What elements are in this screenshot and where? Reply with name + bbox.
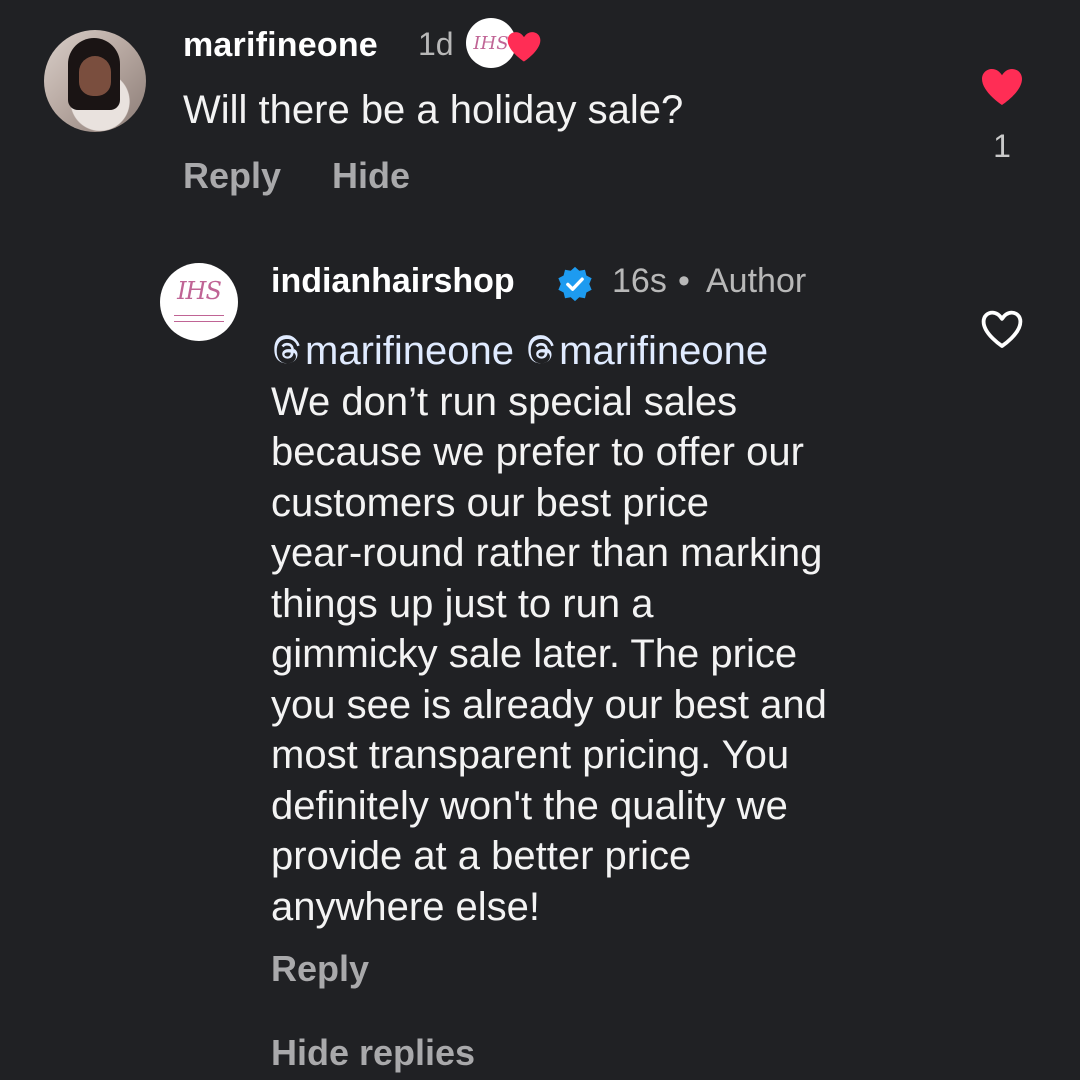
reply-timestamp: 16s <box>612 262 667 300</box>
reply-text: marifineone marifineone We don’t run spe… <box>271 326 961 932</box>
reply-text-line: provide at a better price <box>271 834 692 878</box>
threads-icon <box>274 335 300 364</box>
reply-text-line: you see is already our best and <box>271 682 827 727</box>
creator-liked-badge: IHS <box>466 18 550 72</box>
reply-text-line: anywhere else! <box>271 884 541 929</box>
reply-username[interactable]: indianhairshop <box>271 262 515 301</box>
commenter-avatar[interactable] <box>44 30 146 132</box>
reply-text-line: because we prefer to offer our <box>271 430 804 474</box>
separator-dot: • <box>678 262 690 300</box>
heart-outline-icon[interactable] <box>978 306 1026 350</box>
mention-username[interactable]: marifineone <box>559 329 768 373</box>
comment-timestamp: 1d <box>418 26 454 62</box>
reply-text-line: things up just to run a <box>271 581 654 626</box>
reply-text-line: gimmicky sale later. The price <box>271 632 798 676</box>
commenter-username[interactable]: marifineone <box>183 26 378 65</box>
hide-replies-button[interactable]: Hide replies <box>271 1032 475 1074</box>
comment-text: Will there be a holiday sale? <box>183 88 684 132</box>
reply-text-line: We don’t run special sales <box>271 379 738 424</box>
shop-avatar[interactable]: IHS <box>160 263 238 341</box>
mention-link[interactable]: marifineone <box>271 329 514 373</box>
mention-line: marifineone marifineone <box>271 326 961 377</box>
verified-badge-icon <box>558 266 592 302</box>
like-count[interactable]: 1 <box>980 128 1024 165</box>
heart-filled-icon[interactable] <box>978 64 1026 108</box>
mention-username[interactable]: marifineone <box>305 329 514 373</box>
shop-logo-text: IHS <box>177 277 222 305</box>
reply-text-line: customers our best price <box>271 480 709 525</box>
reply-text-line: definitely won't the quality we <box>271 783 788 828</box>
author-label: Author <box>706 262 807 300</box>
creator-heart-icon <box>507 32 541 62</box>
reply-button[interactable]: Reply <box>183 155 281 197</box>
threads-icon <box>528 335 554 364</box>
reply-text-line: year-round rather than marking <box>271 531 823 575</box>
reply-text-line: most transparent pricing. You <box>271 733 790 777</box>
reply-button[interactable]: Reply <box>271 948 369 990</box>
hide-button[interactable]: Hide <box>332 155 410 197</box>
mention-link[interactable]: marifineone <box>525 329 768 373</box>
